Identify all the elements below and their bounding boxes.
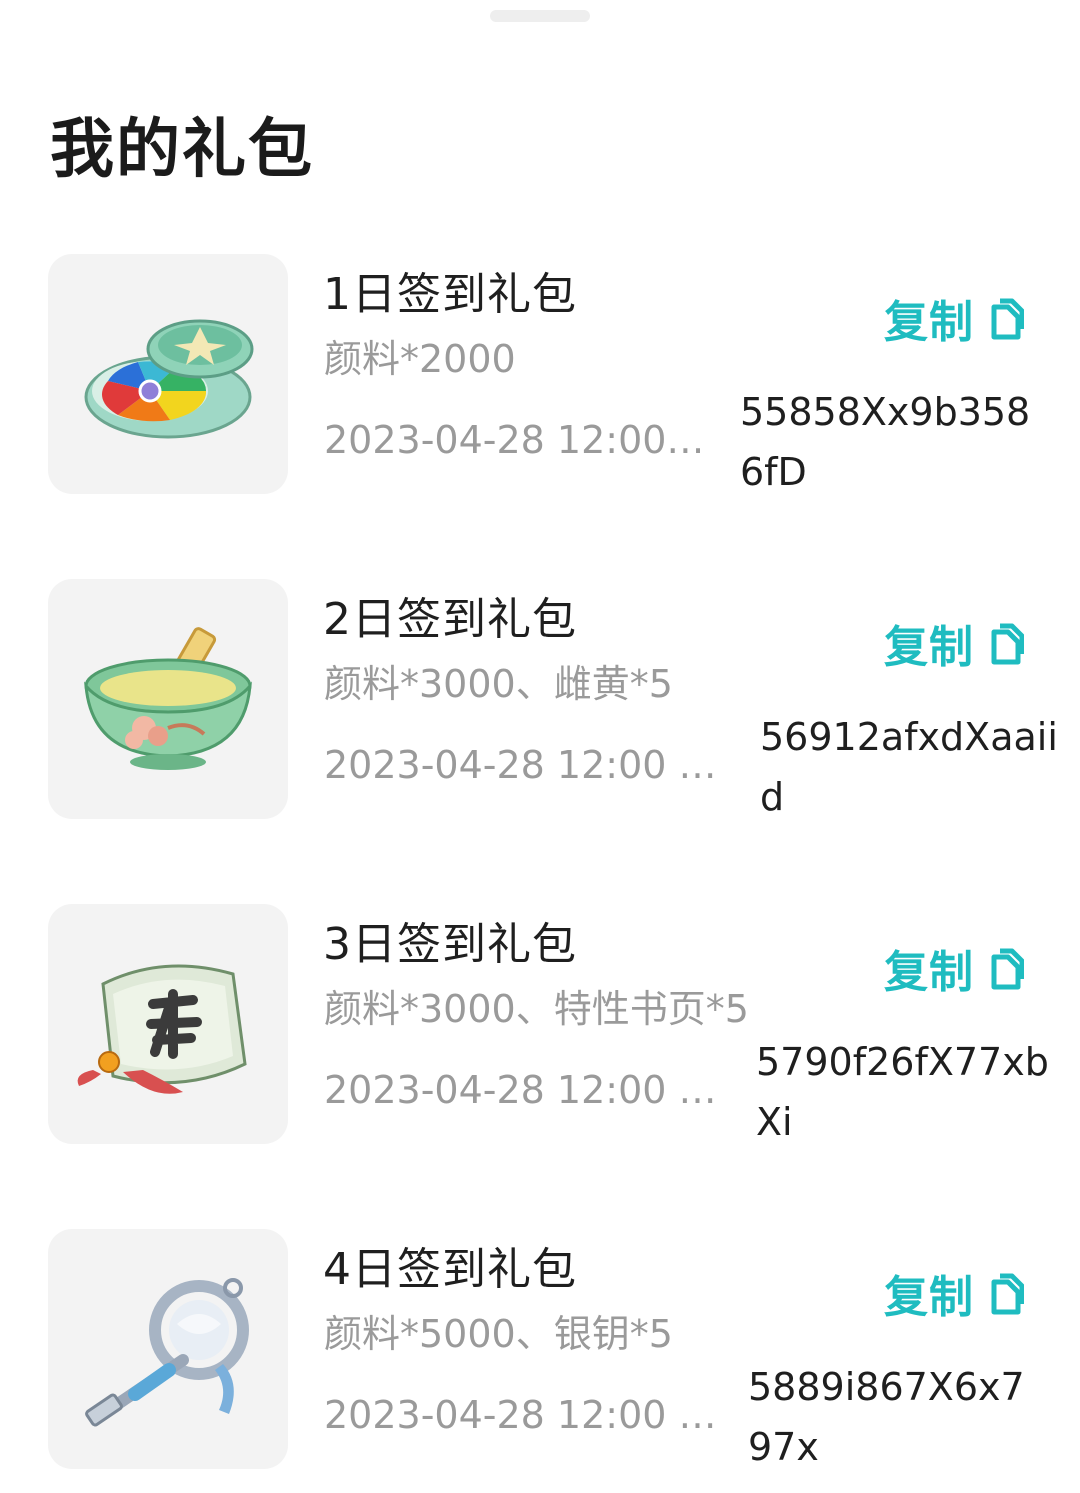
gift-item: 4日签到礼包 颜料*5000、银钥*5 2023-04-28 12:00 … 复… bbox=[0, 1229, 1080, 1469]
copy-icon bbox=[991, 298, 1024, 340]
gift-code[interactable]: 5889i867X6x797x bbox=[748, 1357, 1048, 1477]
sheet-drag-handle[interactable] bbox=[490, 10, 590, 22]
gift-time: 2023-04-28 12:00 … bbox=[324, 743, 717, 787]
gift-code[interactable]: 56912afxdXaaiid bbox=[760, 707, 1060, 827]
copy-button-label: 复制 bbox=[884, 297, 974, 348]
gift-name: 3日签到礼包 bbox=[323, 919, 577, 970]
copy-button[interactable]: 复制 bbox=[884, 936, 1024, 1000]
copy-button[interactable]: 复制 bbox=[884, 611, 1024, 675]
gift-name: 1日签到礼包 bbox=[323, 269, 577, 320]
gift-item: 1日签到礼包 颜料*2000 2023-04-28 12:00… 复制 5585… bbox=[0, 254, 1080, 494]
copy-button-label: 复制 bbox=[884, 947, 974, 998]
gift-time: 2023-04-28 12:00 … bbox=[324, 1393, 717, 1437]
gift-item: 2日签到礼包 颜料*3000、雌黄*5 2023-04-28 12:00 … 复… bbox=[0, 579, 1080, 819]
gift-image-paint-palette bbox=[48, 254, 288, 494]
gift-image-silver-key bbox=[48, 1229, 288, 1469]
gift-time: 2023-04-28 12:00… bbox=[324, 418, 705, 462]
gift-code[interactable]: 55858Xx9b3586fD bbox=[740, 382, 1040, 502]
copy-button-label: 复制 bbox=[884, 1272, 974, 1323]
copy-button-label: 复制 bbox=[884, 622, 974, 673]
gift-code[interactable]: 5790f26fX77xbXi bbox=[756, 1032, 1056, 1152]
copy-button[interactable]: 复制 bbox=[884, 286, 1024, 350]
gift-description: 颜料*2000 bbox=[324, 337, 516, 381]
gift-item: 3日签到礼包 颜料*3000、特性书页*5 2023-04-28 12:00 …… bbox=[0, 904, 1080, 1144]
gift-image-mortar-bowl bbox=[48, 579, 288, 819]
copy-icon bbox=[991, 1273, 1024, 1315]
copy-button[interactable]: 复制 bbox=[884, 1261, 1024, 1325]
gift-description: 颜料*3000、特性书页*5 bbox=[324, 987, 749, 1031]
copy-icon bbox=[991, 623, 1024, 665]
gift-name: 4日签到礼包 bbox=[323, 1244, 577, 1295]
gift-name: 2日签到礼包 bbox=[323, 594, 577, 645]
page-title: 我的礼包 bbox=[50, 113, 314, 187]
gift-time: 2023-04-28 12:00 … bbox=[324, 1068, 717, 1112]
gift-image-scroll-page bbox=[48, 904, 288, 1144]
copy-icon bbox=[991, 948, 1024, 990]
gift-description: 颜料*5000、银钥*5 bbox=[324, 1312, 673, 1356]
gift-description: 颜料*3000、雌黄*5 bbox=[324, 662, 673, 706]
